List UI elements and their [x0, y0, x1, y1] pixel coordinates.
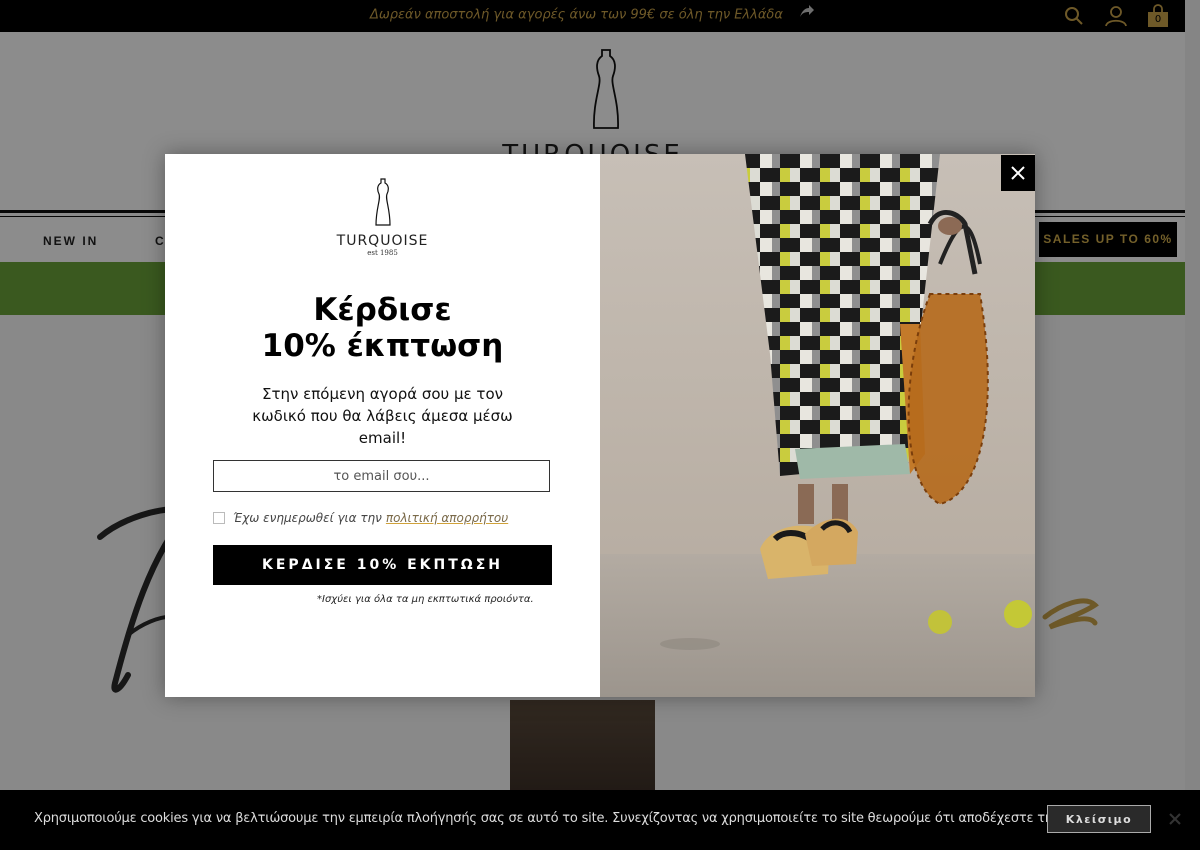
popup-form-panel: TURQUOISE est 1985 Κέρδισε 10% έκπτωση Σ… — [165, 154, 600, 697]
close-popup-button[interactable] — [1001, 155, 1035, 191]
privacy-consent-label: Έχω ενημερωθεί για την — [233, 511, 382, 525]
privacy-consent: Έχω ενημερωθεί για την πολιτική απορρήτου — [213, 511, 508, 525]
popup-headline-line1: Κέρδισε — [313, 292, 452, 328]
popup-logo: TURQUOISE est 1985 — [165, 178, 600, 257]
email-field[interactable] — [213, 460, 550, 492]
close-icon — [1011, 166, 1025, 180]
cookie-consent-bar: Χρησιμοποιούμε cookies για να βελτιώσουμ… — [0, 790, 1200, 850]
cookie-close-icon[interactable] — [1168, 812, 1182, 831]
newsletter-popup: TURQUOISE est 1985 Κέρδισε 10% έκπτωση Σ… — [165, 154, 1035, 697]
cookie-message: Χρησιμοποιούμε cookies για να βελτιώσουμ… — [34, 811, 1152, 826]
cookie-accept-button[interactable]: Κλείσιμο — [1047, 805, 1151, 833]
popup-subtext: Στην επόμενη αγορά σου με τον κωδικό που… — [252, 385, 513, 447]
popup-photo — [600, 154, 1035, 697]
popup-logo-est: est 1985 — [367, 249, 398, 257]
privacy-consent-checkbox[interactable] — [213, 512, 225, 524]
popup-logo-wordmark: TURQUOISE — [336, 233, 429, 249]
get-discount-button[interactable]: ΚΕΡΔΙΣΕ 10% ΕΚΠΤΩΣΗ — [213, 545, 552, 585]
privacy-policy-link[interactable]: πολιτική απορρήτου — [386, 511, 508, 525]
popup-headline: Κέρδισε 10% έκπτωση — [165, 292, 600, 364]
popup-headline-line2: 10% έκπτωση — [261, 328, 504, 364]
popup-disclaimer: *Ισχύει για όλα τα μη εκπτωτικά προιόντα… — [317, 594, 534, 605]
dress-logo-icon — [374, 178, 391, 226]
